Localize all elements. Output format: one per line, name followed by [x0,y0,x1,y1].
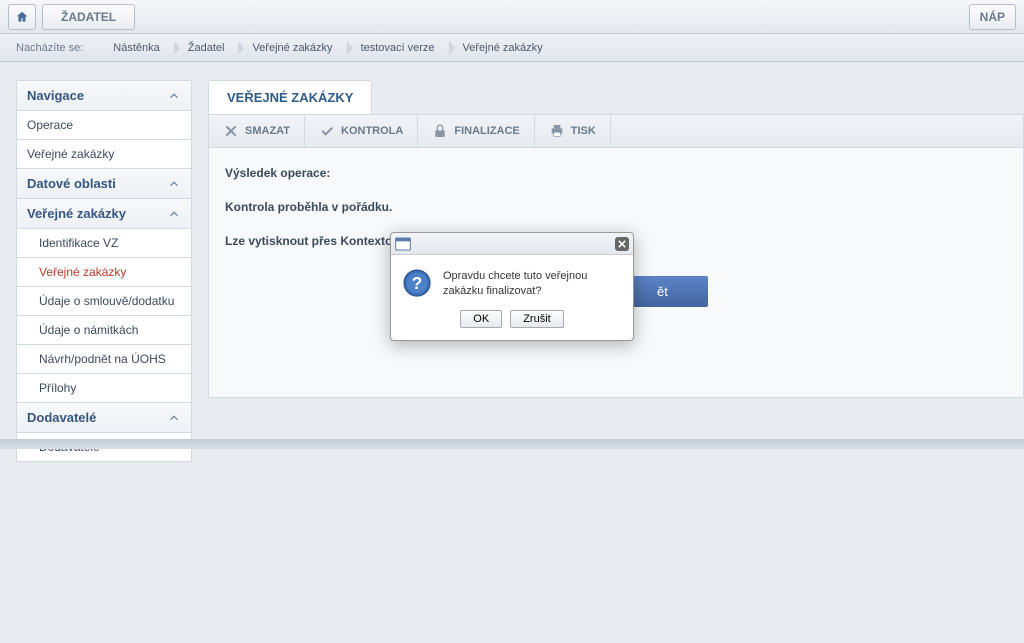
cancel-button[interactable]: Zrušit [510,310,564,328]
confirm-dialog: ? Opravdu chcete tuto veřejnou zakázku f… [390,232,634,341]
question-icon: ? [403,269,431,297]
close-icon [618,240,626,248]
ok-button[interactable]: OK [460,310,502,328]
dialog-header [391,233,633,255]
dialog-buttons: OK Zrušit [391,310,633,340]
svg-text:?: ? [412,273,423,293]
dialog-message: Opravdu chcete tuto veřejnou zakázku fin… [443,269,621,300]
modal-overlay: ? Opravdu chcete tuto veřejnou zakázku f… [0,0,1024,643]
window-icon [395,237,411,251]
close-button[interactable] [615,237,629,251]
dialog-body: ? Opravdu chcete tuto veřejnou zakázku f… [391,255,633,310]
